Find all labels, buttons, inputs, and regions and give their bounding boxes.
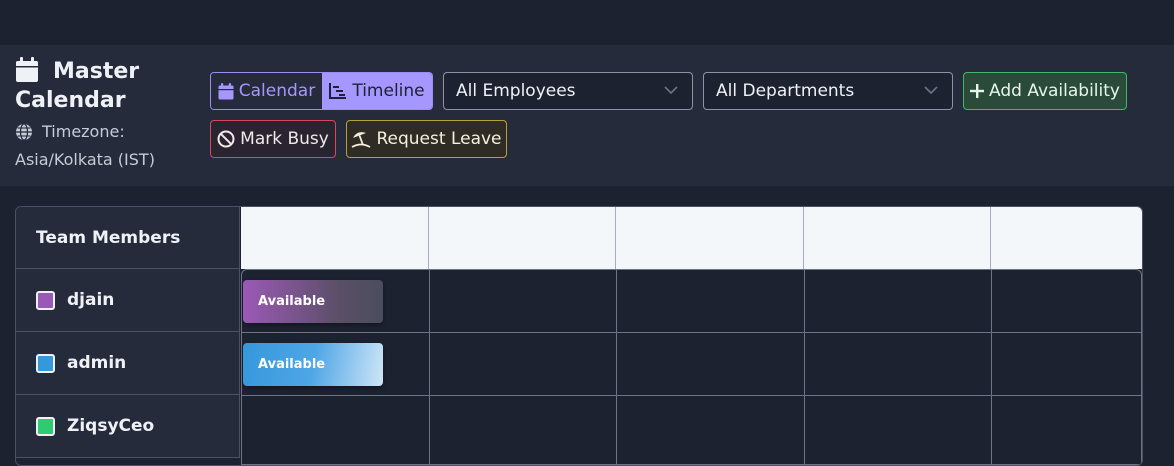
add-availability-button[interactable]: Add Availability: [963, 72, 1127, 110]
department-select[interactable]: All Departments: [703, 72, 953, 110]
calendar-icon: [16, 57, 38, 82]
globe-icon: [16, 122, 32, 141]
grid-line: [991, 270, 992, 464]
timezone-value: Asia/Kolkata (IST): [15, 150, 155, 169]
availability-event[interactable]: Available: [243, 280, 383, 323]
chevron-down-icon: [664, 86, 678, 95]
date-header-cell: [991, 207, 1142, 269]
view-calendar-button[interactable]: Calendar: [211, 73, 322, 109]
request-leave-label: Request Leave: [376, 129, 502, 149]
timeline-chart-icon: [329, 83, 347, 99]
member-name: admin: [67, 353, 127, 373]
page-title-line2: Calendar: [15, 88, 126, 113]
ban-icon: [217, 130, 235, 148]
date-header-cell: [241, 207, 429, 269]
page-title: Master: [53, 59, 140, 84]
date-header-cell: [616, 207, 804, 269]
member-color-swatch: [36, 416, 55, 436]
timeline-grid: Team Members djain admin ZiqsyCeo Availa…: [15, 206, 1143, 466]
chevron-down-icon: [924, 86, 938, 95]
timezone-label: Timezone:: [42, 122, 125, 141]
date-header-cell: [429, 207, 616, 269]
umbrella-beach-icon: [352, 132, 371, 148]
grid-line: [804, 270, 805, 464]
employee-select[interactable]: All Employees: [443, 72, 693, 110]
member-name: djain: [67, 290, 115, 310]
view-timeline-button[interactable]: Timeline: [322, 73, 432, 109]
timeline-body[interactable]: Available Available: [241, 269, 1142, 465]
member-row[interactable]: admin: [16, 332, 240, 395]
date-header-row: [241, 207, 1142, 269]
member-color-swatch: [36, 290, 55, 310]
member-name: ZiqsyCeo: [67, 416, 155, 436]
date-header-cell: [804, 207, 991, 269]
add-availability-label: Add Availability: [989, 81, 1120, 101]
department-select-value: All Departments: [716, 81, 855, 101]
view-toggle: Calendar Timeline: [210, 72, 433, 110]
event-label: Available: [258, 357, 326, 372]
team-members-header: Team Members: [16, 207, 240, 269]
plus-icon: [970, 84, 984, 98]
grid-line: [242, 395, 1141, 396]
member-row[interactable]: ZiqsyCeo: [16, 395, 240, 458]
calendar-icon: [218, 82, 234, 99]
view-calendar-label: Calendar: [238, 81, 316, 101]
request-leave-button[interactable]: Request Leave: [346, 120, 507, 158]
grid-line: [429, 270, 430, 464]
page-title-block: Master Calendar Timezone: Asia/Kolkata (…: [15, 57, 195, 169]
event-label: Available: [258, 294, 326, 309]
grid-line: [616, 270, 617, 464]
mark-busy-button[interactable]: Mark Busy: [210, 120, 336, 158]
view-timeline-label: Timeline: [352, 81, 425, 101]
mark-busy-label: Mark Busy: [240, 129, 329, 149]
member-color-swatch: [36, 353, 55, 373]
grid-line: [242, 332, 1141, 333]
availability-event[interactable]: Available: [243, 343, 383, 386]
member-row[interactable]: djain: [16, 269, 240, 332]
employee-select-value: All Employees: [456, 81, 576, 101]
